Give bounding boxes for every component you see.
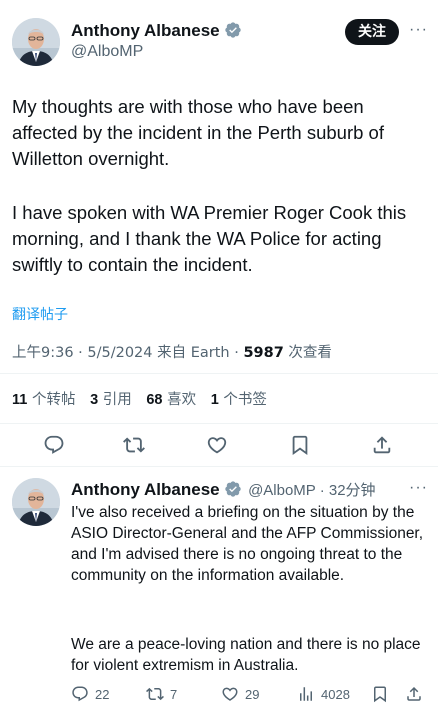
- tweet-text-paragraph-2: I have spoken with WA Premier Roger Cook…: [12, 202, 412, 275]
- bookmark-icon[interactable]: [289, 434, 311, 456]
- reply-icon[interactable]: [43, 434, 65, 456]
- like-count: 29: [245, 686, 260, 702]
- reply-icon: [72, 686, 88, 702]
- author-avatar[interactable]: [12, 18, 60, 66]
- reply-author-avatar[interactable]: [12, 478, 60, 526]
- view-label: 次查看: [283, 345, 332, 361]
- like-icon[interactable]: [206, 434, 228, 456]
- reply-text-paragraph-1: I've also received a briefing on the sit…: [71, 504, 428, 584]
- tweet-meta: 上午9:36 · 5/5/2024 来自 Earth · 5987 次查看: [12, 341, 332, 362]
- follow-button[interactable]: 关注: [345, 19, 399, 45]
- tweet-text-paragraph-1: My thoughts are with those who have been…: [12, 96, 390, 169]
- more-options-icon[interactable]: ···: [409, 21, 428, 39]
- bookmark-icon: [374, 686, 386, 703]
- stat-quotes[interactable]: 3 引用: [90, 392, 132, 408]
- reply-share-button[interactable]: [405, 685, 423, 703]
- reply-more-options-icon[interactable]: ···: [409, 479, 428, 497]
- verified-badge-icon: [224, 481, 241, 497]
- author-handle[interactable]: @AlboMP: [71, 43, 143, 61]
- like-icon: [222, 687, 238, 701]
- reply-reply-button[interactable]: 22: [71, 685, 109, 703]
- tweet-timestamp[interactable]: 上午9:36 · 5/5/2024 来自 Earth ·: [12, 345, 243, 361]
- stat-bookmarks[interactable]: 1 个书签: [211, 392, 267, 408]
- view-count: 5987: [243, 345, 284, 361]
- stat-likes[interactable]: 68 喜欢: [146, 392, 196, 408]
- engagement-stats: 11 个转帖 3 引用 68 喜欢 1 个书签: [12, 388, 267, 409]
- retweet-count: 7: [170, 686, 178, 702]
- translate-post-link[interactable]: 翻译帖子: [12, 304, 68, 324]
- stat-retweets[interactable]: 11 个转帖: [12, 392, 75, 408]
- divider: [0, 423, 438, 424]
- share-icon: [407, 686, 421, 701]
- retweet-icon[interactable]: [123, 434, 145, 456]
- divider: [0, 466, 438, 467]
- retweet-icon: [146, 687, 164, 701]
- author-name[interactable]: Anthony Albanese: [71, 21, 220, 40]
- share-icon[interactable]: [371, 434, 393, 456]
- views-chart-icon: [300, 687, 312, 701]
- reply-author-name[interactable]: Anthony Albanese: [71, 480, 220, 499]
- view-count-reply: 4028: [321, 686, 350, 702]
- reply-bookmark-button[interactable]: [371, 685, 389, 703]
- reply-retweet-button[interactable]: 7: [146, 685, 177, 703]
- divider: [0, 373, 438, 374]
- reply-like-button[interactable]: 29: [221, 685, 259, 703]
- reply-text-paragraph-2: We are a peace-loving nation and there i…: [71, 636, 425, 674]
- reply-handle-time[interactable]: @AlboMP · 32分钟: [248, 482, 376, 499]
- reply-views-button[interactable]: 4028: [297, 685, 350, 703]
- verified-badge-icon: [224, 22, 241, 38]
- reply-count: 22: [95, 686, 110, 702]
